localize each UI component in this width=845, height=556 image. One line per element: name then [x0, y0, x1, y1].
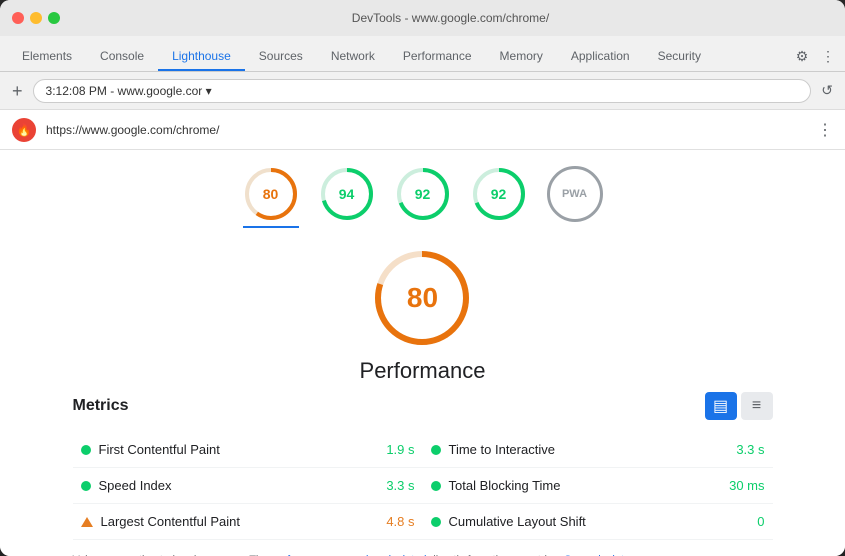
- tab-security[interactable]: Security: [644, 43, 715, 71]
- metric-status-fcp: [81, 445, 91, 455]
- window-title: DevTools - www.google.com/chrome/: [68, 11, 833, 25]
- metrics-header: Metrics ▤ ≡: [73, 392, 773, 420]
- metric-row-tbt: Total Blocking Time 30 ms: [423, 468, 773, 504]
- score-gauge-92b: 92: [471, 166, 527, 222]
- traffic-light-green[interactable]: [48, 12, 60, 24]
- metric-name-tbt: Total Blocking Time: [449, 478, 722, 493]
- main-content: 80 94: [0, 150, 845, 556]
- score-circles-row: 80 94: [243, 166, 603, 228]
- audit-url: https://www.google.com/chrome/: [46, 123, 219, 137]
- score-circle-80[interactable]: 80: [243, 166, 299, 228]
- address-input[interactable]: 3:12:08 PM - www.google.cor ▾: [33, 79, 812, 103]
- address-bar: + 3:12:08 PM - www.google.cor ▾ ↺: [0, 72, 845, 110]
- big-score-label: Performance: [360, 358, 486, 384]
- metric-status-lcp: [81, 517, 93, 527]
- traffic-light-yellow[interactable]: [30, 12, 42, 24]
- metric-name-lcp: Largest Contentful Paint: [101, 514, 379, 529]
- tab-icons: ⚙ ⋮: [793, 47, 837, 71]
- metric-value-tti: 3.3 s: [736, 442, 764, 457]
- tab-console[interactable]: Console: [86, 43, 158, 71]
- reload-button[interactable]: ↺: [821, 82, 833, 99]
- score-value-94: 94: [339, 186, 355, 202]
- tab-bar: Elements Console Lighthouse Sources Netw…: [0, 36, 845, 72]
- title-bar: DevTools - www.google.com/chrome/: [0, 0, 845, 36]
- metric-name-cls: Cumulative Layout Shift: [449, 514, 750, 529]
- metric-status-cls: [431, 517, 441, 527]
- score-circle-92a[interactable]: 92: [395, 166, 451, 228]
- score-gauge-92a: 92: [395, 166, 451, 222]
- metric-value-fcp: 1.9 s: [386, 442, 414, 457]
- metric-value-cls: 0: [757, 514, 764, 529]
- score-circle-92b[interactable]: 92: [471, 166, 527, 228]
- score-value-80: 80: [263, 186, 279, 202]
- traffic-lights: [12, 12, 60, 24]
- metric-status-si: [81, 481, 91, 491]
- tab-elements[interactable]: Elements: [8, 43, 86, 71]
- score-circle-94[interactable]: 94: [319, 166, 375, 228]
- more-icon[interactable]: ⋮: [819, 47, 837, 65]
- metric-row-si: Speed Index 3.3 s: [73, 468, 423, 504]
- score-value-92a: 92: [415, 186, 431, 202]
- footer-text: Values are estimated and may vary. The p…: [73, 552, 773, 556]
- score-gauge-80: 80: [243, 166, 299, 222]
- big-score-container: 80 Performance: [360, 248, 486, 384]
- tab-lighthouse[interactable]: Lighthouse: [158, 43, 245, 71]
- metrics-title: Metrics: [73, 397, 129, 415]
- metric-value-tbt: 30 ms: [729, 478, 764, 493]
- metrics-grid: First Contentful Paint 1.9 s Time to Int…: [73, 432, 773, 540]
- view-toggle: ▤ ≡: [705, 392, 773, 420]
- metrics-section: Metrics ▤ ≡ First Contentful Paint 1.9 s…: [73, 392, 773, 556]
- settings-icon[interactable]: ⚙: [793, 47, 811, 65]
- traffic-light-red[interactable]: [12, 12, 24, 24]
- metric-row-cls: Cumulative Layout Shift 0: [423, 504, 773, 540]
- tab-network[interactable]: Network: [317, 43, 389, 71]
- tab-sources[interactable]: Sources: [245, 43, 317, 71]
- score-pwa[interactable]: PWA: [547, 166, 603, 228]
- new-tab-button[interactable]: +: [12, 82, 23, 100]
- metric-value-lcp: 4.8 s: [386, 514, 414, 529]
- lighthouse-bar: 🔥 https://www.google.com/chrome/ ⋮: [0, 110, 845, 150]
- metric-row-lcp: Largest Contentful Paint 4.8 s: [73, 504, 423, 540]
- metric-name-fcp: First Contentful Paint: [99, 442, 379, 457]
- active-indicator: [243, 226, 299, 228]
- more-options-button[interactable]: ⋮: [817, 120, 833, 140]
- browser-window: DevTools - www.google.com/chrome/ Elemen…: [0, 0, 845, 556]
- tab-performance[interactable]: Performance: [389, 43, 486, 71]
- metric-status-tti: [431, 445, 441, 455]
- big-score-gauge: 80: [372, 248, 472, 348]
- tab-memory[interactable]: Memory: [486, 43, 557, 71]
- metric-value-si: 3.3 s: [386, 478, 414, 493]
- list-view-button[interactable]: ≡: [741, 392, 773, 420]
- pwa-badge: PWA: [547, 166, 603, 222]
- metric-row-tti: Time to Interactive 3.3 s: [423, 432, 773, 468]
- big-score-value: 80: [407, 282, 438, 314]
- score-value-92b: 92: [491, 186, 507, 202]
- metric-status-tbt: [431, 481, 441, 491]
- pwa-label: PWA: [562, 188, 587, 200]
- metric-name-si: Speed Index: [99, 478, 379, 493]
- lighthouse-logo: 🔥: [12, 118, 36, 142]
- tab-application[interactable]: Application: [557, 43, 644, 71]
- score-gauge-94: 94: [319, 166, 375, 222]
- metric-name-tti: Time to Interactive: [449, 442, 729, 457]
- metric-row-fcp: First Contentful Paint 1.9 s: [73, 432, 423, 468]
- grid-view-button[interactable]: ▤: [705, 392, 737, 420]
